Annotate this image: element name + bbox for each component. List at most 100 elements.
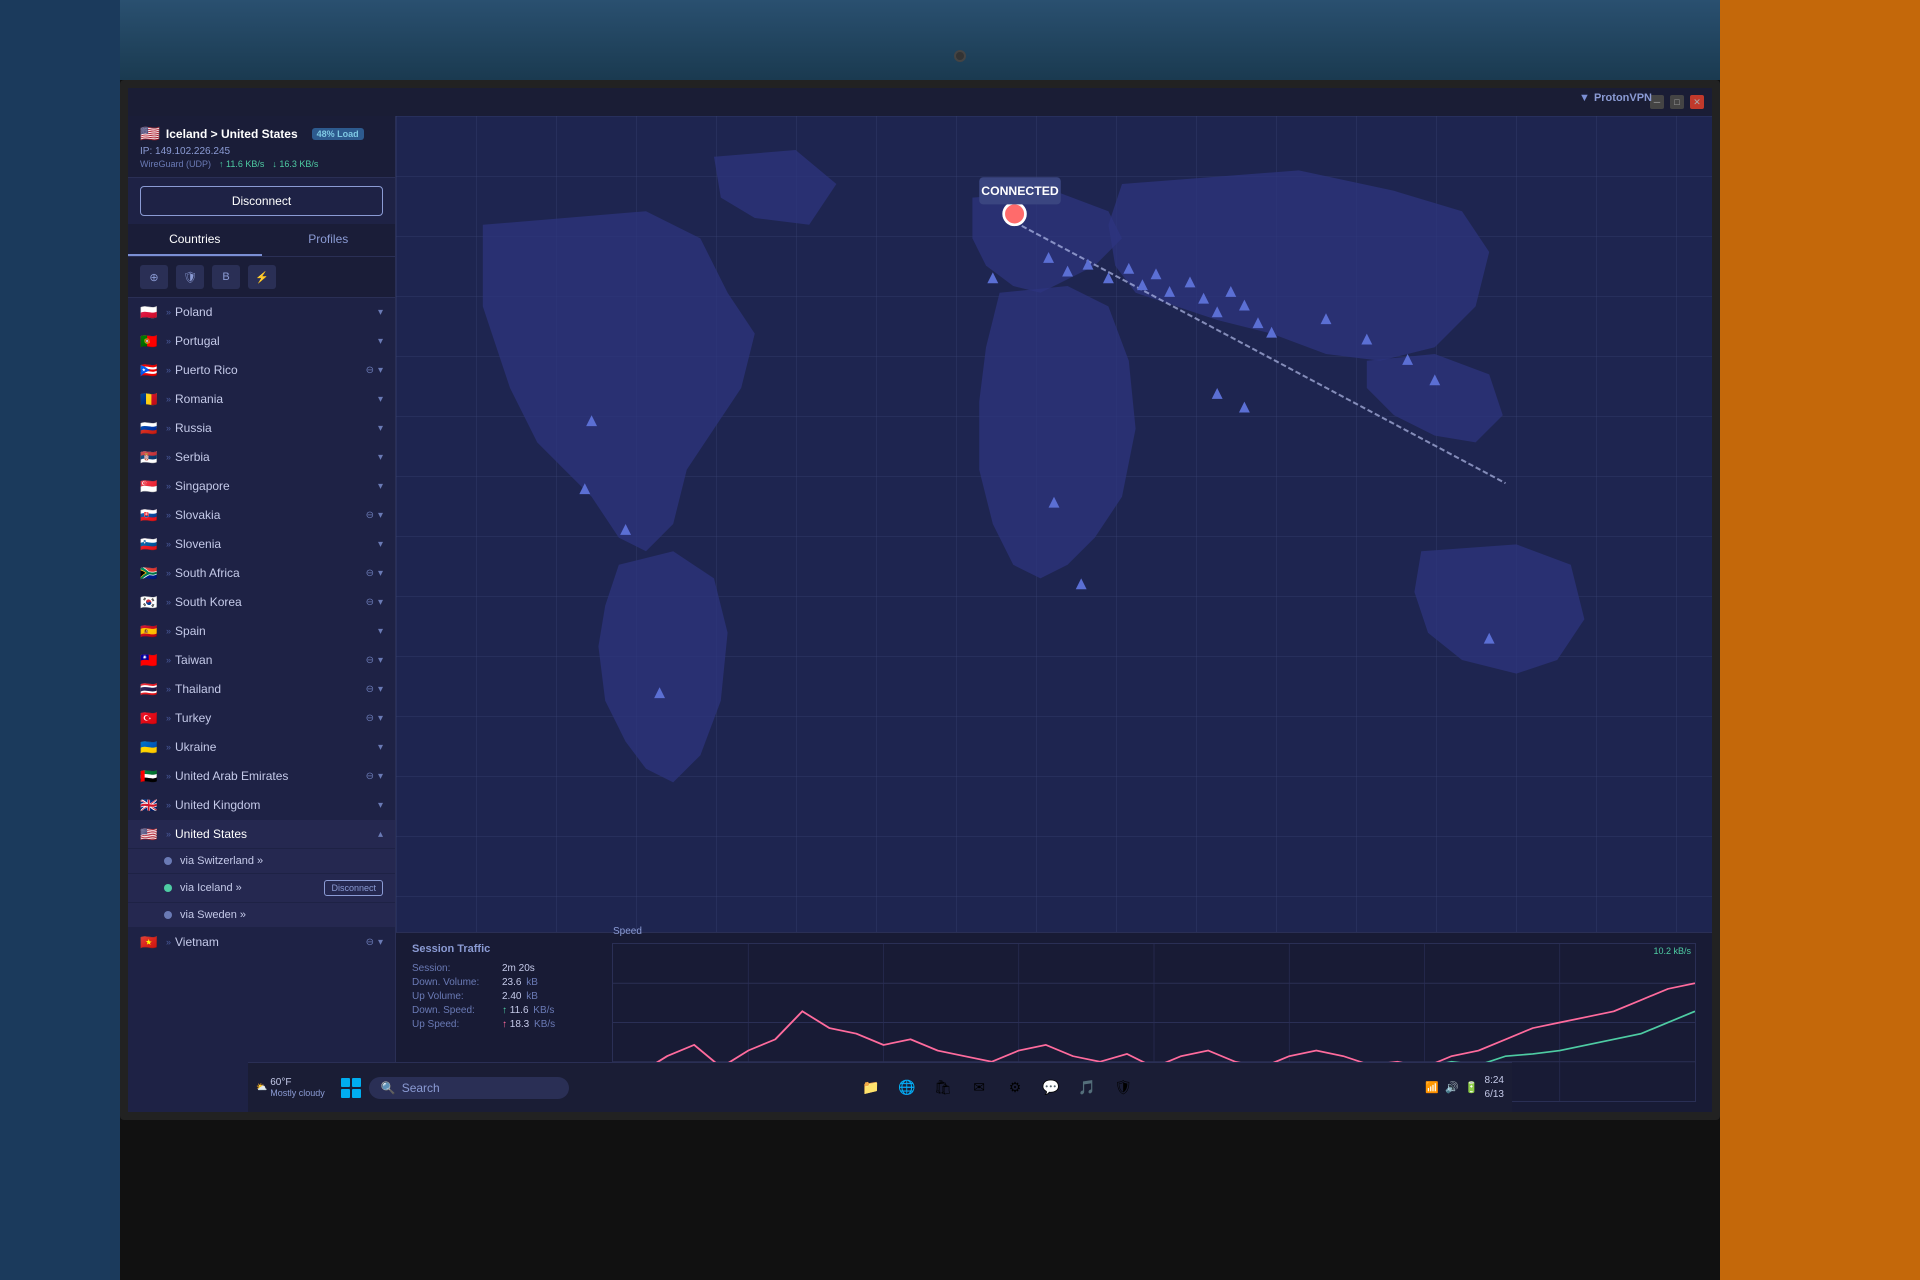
taskbar-files-icon[interactable]: 📁 xyxy=(855,1072,887,1104)
sub-disconnect-button[interactable]: Disconnect xyxy=(324,880,383,896)
taskbar: ⛅ 60°F Mostly cloudy 🔍 Search 📁 � xyxy=(248,1062,1512,1112)
clock-time: 8:24 xyxy=(1485,1074,1504,1088)
disconnect-button[interactable]: Disconnect xyxy=(140,186,383,216)
list-item[interactable]: 🇿🇦 » South Africa ⊖ ▾ xyxy=(128,559,395,588)
weather-condition: Mostly cloudy xyxy=(270,1088,325,1098)
filter-speed[interactable]: ⚡ xyxy=(248,265,276,289)
taskbar-mail-icon[interactable]: ✉ xyxy=(963,1072,995,1104)
list-item[interactable]: 🇸🇰 » Slovakia ⊖ ▾ xyxy=(128,501,395,530)
list-item-united-kingdom[interactable]: 🇬🇧 » United Kingdom ▾ xyxy=(128,791,395,820)
taskbar-edge-icon[interactable]: 🌐 xyxy=(891,1072,923,1104)
system-tray: 📶 🔊 🔋 8:24 6/13 xyxy=(1425,1074,1504,1102)
list-item[interactable]: 🇵🇷 » Puerto Rico ⊖ ▾ xyxy=(128,356,395,385)
stat-session: Session: 2m 20s xyxy=(412,963,592,974)
webcam xyxy=(954,50,966,62)
list-item-united-states[interactable]: 🇺🇸 » United States ▴ xyxy=(128,820,395,849)
protocol-text: WireGuard (UDP) xyxy=(140,159,211,169)
connected-country-text: Iceland > United States xyxy=(166,127,298,141)
start-button[interactable] xyxy=(337,1074,365,1102)
taskbar-music-icon[interactable]: 🎵 xyxy=(1071,1072,1103,1104)
list-item[interactable]: 🇹🇷 » Turkey ⊖ ▾ xyxy=(128,704,395,733)
map-grid xyxy=(396,116,1712,932)
search-bar[interactable]: 🔍 Search xyxy=(369,1077,569,1099)
list-item[interactable]: 🇸🇬 » Singapore ▾ xyxy=(128,472,395,501)
maximize-button[interactable]: □ xyxy=(1670,95,1684,109)
connection-country: 🇺🇸 Iceland > United States 48% Load xyxy=(140,124,383,144)
list-item[interactable]: 🇷🇸 » Serbia ▾ xyxy=(128,443,395,472)
close-button[interactable]: ✕ xyxy=(1690,95,1704,109)
stat-down-volume: Down. Volume: 23.6 kB xyxy=(412,977,592,988)
search-placeholder-text: Search xyxy=(402,1081,440,1095)
stat-down-speed: Down. Speed: ↑ 11.6 KB/s xyxy=(412,1005,592,1016)
stat-up-vol-label: Up Volume: xyxy=(412,991,502,1002)
filter-b[interactable]: B xyxy=(212,265,240,289)
filter-icons: ⊕ 🛡 B ⚡ xyxy=(128,257,395,298)
list-item[interactable]: 🇵🇱 » Poland ▾ xyxy=(128,298,395,327)
session-traffic-title: Session Traffic xyxy=(412,943,592,955)
tray-battery-icon[interactable]: 🔋 xyxy=(1465,1081,1479,1094)
us-sub-section: via Switzerland » via Iceland » Disconne… xyxy=(128,849,395,928)
system-clock[interactable]: 8:24 6/13 xyxy=(1485,1074,1504,1102)
proton-logo: ▼ ProtonVPN xyxy=(1579,92,1652,104)
map-area: CONNECTED xyxy=(396,116,1712,932)
list-item[interactable]: 🇸🇮 » Slovenia ▾ xyxy=(128,530,395,559)
list-item[interactable]: 🇹🇼 » Taiwan ⊖ ▾ xyxy=(128,646,395,675)
list-item[interactable]: 🇹🇭 » Thailand ⊖ ▾ xyxy=(128,675,395,704)
sidebar: 🇺🇸 Iceland > United States 48% Load IP: … xyxy=(128,116,396,1112)
sub-item-switzerland[interactable]: via Switzerland » xyxy=(128,849,395,874)
search-icon: 🔍 xyxy=(381,1081,396,1095)
taskbar-icons: 📁 🌐 🛍 ✉ ⚙ 💬 🎵 🛡 xyxy=(573,1072,1422,1104)
sub-item-sweden[interactable]: via Sweden » xyxy=(128,903,395,928)
list-item[interactable]: 🇷🇺 » Russia ▾ xyxy=(128,414,395,443)
stat-up-spd-value: ↑ 18.3 KB/s xyxy=(502,1019,555,1030)
stat-up-volume: Up Volume: 2.40 kB xyxy=(412,991,592,1002)
connection-ip: IP: 149.102.226.245 xyxy=(140,146,383,157)
list-item[interactable]: 🇷🇴 » Romania ▾ xyxy=(128,385,395,414)
connection-header: 🇺🇸 Iceland > United States 48% Load IP: … xyxy=(128,116,395,178)
window-controls: ─ □ ✕ xyxy=(1650,95,1704,109)
connection-protocol: WireGuard (UDP) ↑ 11.6 KB/s ↓ 16.3 KB/s xyxy=(140,159,383,169)
tray-network-icon[interactable]: 📶 xyxy=(1425,1081,1439,1094)
list-item[interactable]: 🇻🇳 » Vietnam ⊖ ▾ xyxy=(128,928,395,957)
taskbar-teams-icon[interactable]: 💬 xyxy=(1035,1072,1067,1104)
stat-session-label: Session: xyxy=(412,963,502,974)
bg-right xyxy=(1720,0,1920,1280)
tab-profiles[interactable]: Profiles xyxy=(262,224,396,256)
stat-down-spd-label: Down. Speed: xyxy=(412,1005,502,1016)
tab-countries[interactable]: Countries xyxy=(128,224,262,256)
sub-item-iceland[interactable]: via Iceland » Disconnect xyxy=(128,874,395,903)
tray-volume-icon[interactable]: 🔊 xyxy=(1445,1081,1459,1094)
taskbar-protonvpn-icon[interactable]: 🛡 xyxy=(1107,1072,1139,1104)
bg-top xyxy=(120,0,1720,80)
download-speed: ↑ 11.6 KB/s xyxy=(219,159,264,169)
minimize-button[interactable]: ─ xyxy=(1650,95,1664,109)
tab-bar: Countries Profiles xyxy=(128,224,395,257)
list-item[interactable]: 🇪🇸 » Spain ▾ xyxy=(128,617,395,646)
stat-up-speed: Up Speed: ↑ 18.3 KB/s xyxy=(412,1019,592,1030)
weather-temp: 60°F xyxy=(270,1077,325,1088)
list-item[interactable]: 🇦🇪 » United Arab Emirates ⊖ ▾ xyxy=(128,762,395,791)
upload-speed: ↓ 16.3 KB/s xyxy=(272,159,318,169)
list-item[interactable]: 🇰🇷 » South Korea ⊖ ▾ xyxy=(128,588,395,617)
list-item[interactable]: 🇵🇹 » Portugal ▾ xyxy=(128,327,395,356)
stat-up-spd-label: Up Speed: xyxy=(412,1019,502,1030)
screen: ▼ ProtonVPN ─ □ ✕ 🇺🇸 Iceland > United St… xyxy=(120,80,1720,1120)
filter-all[interactable]: ⊕ xyxy=(140,265,168,289)
stat-up-vol-value: 2.40 kB xyxy=(502,991,538,1002)
taskbar-settings-icon[interactable]: ⚙ xyxy=(999,1072,1031,1104)
speed-axis-label: Speed xyxy=(613,926,642,937)
filter-secure[interactable]: 🛡 xyxy=(176,265,204,289)
stat-session-value: 2m 20s xyxy=(502,963,535,974)
load-badge: 48% Load xyxy=(312,128,364,140)
stat-down-vol-label: Down. Volume: xyxy=(412,977,502,988)
max-speed-label: 10.2 kB/s xyxy=(1653,946,1691,956)
united-kingdom-label: United Kingdom xyxy=(175,798,378,812)
weather-widget: ⛅ 60°F Mostly cloudy xyxy=(256,1077,325,1098)
stat-down-vol-value: 23.6 kB xyxy=(502,977,538,988)
title-bar: ▼ ProtonVPN ─ □ ✕ xyxy=(128,88,1712,116)
app-logo-text: ProtonVPN xyxy=(1594,92,1652,104)
stat-down-spd-value: ↑ 11.6 KB/s xyxy=(502,1005,554,1016)
list-item[interactable]: 🇺🇦 » Ukraine ▾ xyxy=(128,733,395,762)
taskbar-store-icon[interactable]: 🛍 xyxy=(927,1072,959,1104)
clock-date: 6/13 xyxy=(1485,1088,1504,1102)
